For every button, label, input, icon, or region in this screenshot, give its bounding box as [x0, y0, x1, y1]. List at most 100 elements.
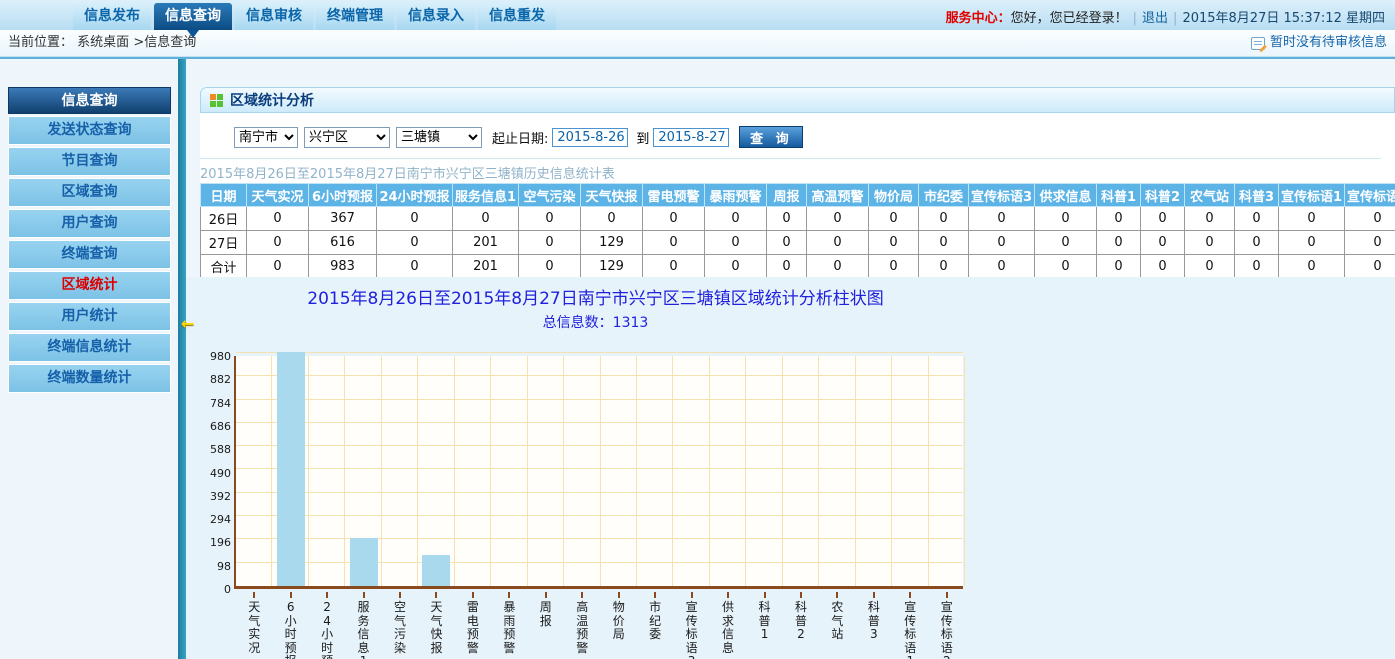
- table-cell: 0: [247, 231, 309, 255]
- x-axis-tick: [581, 592, 583, 598]
- nav-tab[interactable]: 信息查询: [154, 3, 232, 30]
- sidebar-item[interactable]: 用户查询: [8, 209, 171, 238]
- stats-table-title: 2015年8月26日至2015年8月27日南宁市兴宁区三塘镇历史信息统计表: [200, 163, 1395, 182]
- greeting-text: 您好，您已经登录！: [1011, 11, 1128, 26]
- x-axis-tick: [435, 592, 437, 598]
- gridline: [563, 356, 564, 586]
- gridline: [709, 356, 710, 586]
- start-date-input[interactable]: [552, 128, 628, 147]
- table-header-cell: 空气污染: [519, 184, 581, 207]
- y-axis-tick-label: 980: [208, 350, 231, 363]
- bar: [350, 538, 378, 586]
- table-cell: 0: [1345, 255, 1395, 279]
- x-axis-tick: [399, 592, 401, 598]
- table-header-cell: 6小时预报: [309, 184, 377, 207]
- sidebar-splitter[interactable]: [178, 59, 186, 659]
- breadcrumb: 当前位置： 系统桌面 >信息查询: [8, 30, 196, 56]
- table-header-cell: 高温预警: [807, 184, 869, 207]
- gridline: [964, 356, 965, 586]
- table-cell: 0: [453, 207, 519, 231]
- table-row: 27日06160201012900000000000000946: [201, 231, 1395, 255]
- table-cell: 0: [247, 255, 309, 279]
- x-axis-tick: [472, 592, 474, 598]
- table-cell: 0: [1185, 231, 1235, 255]
- note-pencil-icon: [1251, 37, 1265, 50]
- table-cell: 0: [377, 231, 453, 255]
- breadcrumb-bar: 当前位置： 系统桌面 >信息查询 暂时没有待审核信息: [0, 30, 1395, 57]
- table-cell: 0: [1141, 255, 1185, 279]
- x-axis-tick: [654, 592, 656, 598]
- table-cell: 0: [919, 231, 969, 255]
- table-header-cell: 物价局: [869, 184, 919, 207]
- table-header-cell: 宣传标语1: [1279, 184, 1345, 207]
- nav-tab[interactable]: 终端管理: [316, 3, 394, 30]
- table-cell: 26日: [201, 207, 247, 231]
- collapse-sidebar-arrow-icon[interactable]: ←: [181, 314, 194, 333]
- date-range-label: 起止日期:: [492, 128, 548, 147]
- logout-link[interactable]: 退出: [1142, 11, 1168, 26]
- bar: [277, 352, 305, 586]
- x-axis-category-label: 科 普 1: [759, 601, 771, 642]
- gridline: [271, 356, 272, 586]
- sidebar-item[interactable]: 用户统计: [8, 302, 171, 331]
- city-select[interactable]: 南宁市: [234, 127, 298, 148]
- table-cell: 0: [1141, 207, 1185, 231]
- main-panel: 区域统计分析 南宁市 兴宁区 三塘镇 起止日期: 到 查 询 2015年8月26…: [186, 59, 1395, 659]
- chart-section: 2015年8月26日至2015年8月27日南宁市兴宁区三塘镇区域统计分析柱状图 …: [186, 277, 1395, 659]
- sidebar-item[interactable]: 区域查询: [8, 178, 171, 207]
- x-axis-tick: [873, 592, 875, 598]
- nav-tab[interactable]: 信息审核: [235, 3, 313, 30]
- table-cell: 0: [519, 207, 581, 231]
- table-cell: 616: [309, 231, 377, 255]
- table-cell: 0: [1345, 231, 1395, 255]
- table-header-cell: 市纪委: [919, 184, 969, 207]
- sidebar-item[interactable]: 终端查询: [8, 240, 171, 269]
- town-select[interactable]: 三塘镇: [396, 127, 482, 148]
- table-cell: 983: [309, 255, 377, 279]
- sidebar-item[interactable]: 节目查询: [8, 147, 171, 176]
- table-header-cell: 科普3: [1235, 184, 1279, 207]
- y-axis-tick-label: 882: [208, 373, 231, 386]
- x-axis-tick: [290, 592, 292, 598]
- location-label: 当前位置：: [8, 35, 73, 50]
- nav-tab[interactable]: 信息录入: [397, 3, 475, 30]
- table-cell: 129: [581, 255, 643, 279]
- table-cell: 129: [581, 231, 643, 255]
- table-cell: 0: [1279, 207, 1345, 231]
- table-cell: 0: [869, 231, 919, 255]
- x-axis-category-label: 宣 传 标 语 1: [904, 601, 916, 659]
- query-button[interactable]: 查 询: [739, 126, 803, 148]
- sidebar-item[interactable]: 终端信息统计: [8, 333, 171, 362]
- x-axis-category-label: 服 务 信 息 1: [358, 601, 370, 659]
- table-cell: 0: [807, 207, 869, 231]
- end-date-input[interactable]: [653, 128, 729, 147]
- table-cell: 27日: [201, 231, 247, 255]
- nav-tab[interactable]: 信息重发: [478, 3, 556, 30]
- y-axis-tick-label: 98: [208, 560, 231, 573]
- table-cell: 201: [453, 231, 519, 255]
- bar: [422, 555, 450, 586]
- table-cell: 0: [1097, 231, 1141, 255]
- table-cell: 0: [869, 255, 919, 279]
- breadcrumb-desktop-link[interactable]: 系统桌面: [77, 35, 129, 50]
- sidebar-item[interactable]: 发送状态查询: [8, 116, 171, 145]
- table-row: 26日0367000000000000000000367: [201, 207, 1395, 231]
- session-info: 服务中心：您好，您已经登录！|退出|2015年8月27日 15:37:12 星期…: [946, 7, 1385, 26]
- table-cell: 367: [309, 207, 377, 231]
- nav-tab[interactable]: 信息发布: [73, 3, 151, 30]
- breadcrumb-separator: >: [133, 35, 144, 50]
- audit-status-text: 暂时没有待审核信息: [1270, 30, 1387, 56]
- table-cell: 0: [969, 255, 1035, 279]
- table-cell: 0: [643, 231, 705, 255]
- table-cell: 0: [643, 207, 705, 231]
- sidebar-item[interactable]: 终端数量统计: [8, 364, 171, 393]
- x-axis-tick: [691, 592, 693, 598]
- table-cell: 0: [705, 255, 767, 279]
- district-select[interactable]: 兴宁区: [304, 127, 390, 148]
- table-header-cell: 天气实况: [247, 184, 309, 207]
- x-axis-category-label: 市 纪 委: [649, 601, 661, 642]
- y-axis-tick-label: 588: [208, 443, 231, 456]
- table-header-cell: 宣传标语3: [969, 184, 1035, 207]
- sidebar-item[interactable]: 区域统计: [8, 271, 171, 300]
- y-axis-tick-label: 490: [208, 467, 231, 480]
